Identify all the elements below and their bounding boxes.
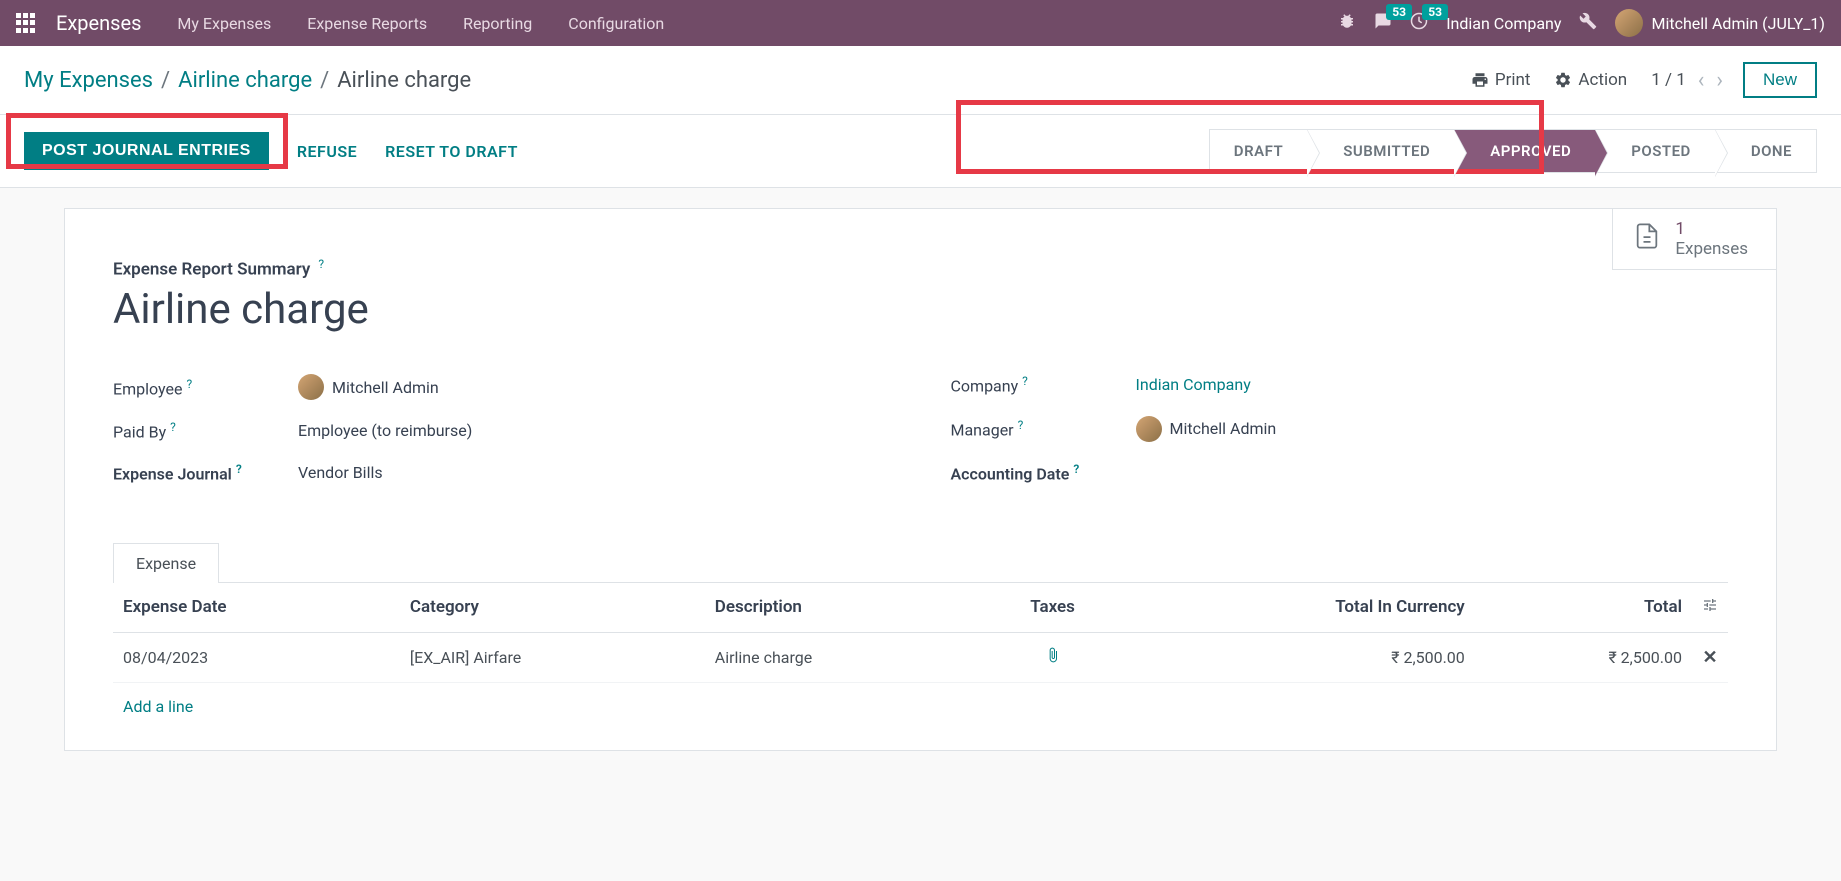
activities-badge: 53 — [1422, 4, 1448, 20]
stage-submitted[interactable]: SUBMITTED — [1307, 129, 1454, 173]
user-menu[interactable]: Mitchell Admin (JULY_1) — [1615, 9, 1825, 37]
user-name: Mitchell Admin (JULY_1) — [1651, 14, 1825, 33]
form-sheet: 1 Expenses Expense Report Summary ? Airl… — [64, 208, 1777, 751]
page-title[interactable]: Airline charge — [113, 285, 1728, 334]
apps-icon[interactable] — [16, 13, 36, 33]
employee-label: Employee — [113, 379, 182, 398]
print-icon — [1471, 71, 1489, 89]
cell-category: [EX_AIR] Airfare — [400, 632, 705, 682]
crumb-report[interactable]: Airline charge — [178, 68, 312, 93]
nav-expense-reports[interactable]: Expense Reports — [307, 14, 427, 33]
stage-posted[interactable]: POSTED — [1595, 129, 1715, 173]
messages-icon[interactable]: 53 — [1374, 12, 1392, 35]
attachment-icon[interactable] — [1045, 648, 1061, 667]
paidby-value[interactable]: Employee (to reimburse) — [298, 421, 472, 440]
acctdate-label: Accounting Date — [951, 464, 1070, 483]
help-employee-icon[interactable]: ? — [186, 377, 192, 391]
help-summary-icon[interactable]: ? — [318, 257, 324, 271]
company-value[interactable]: Indian Company — [1136, 375, 1251, 394]
pager-prev-icon[interactable]: ‹ — [1698, 68, 1705, 93]
document-icon — [1633, 222, 1661, 257]
company-label: Company — [951, 377, 1019, 396]
cell-date: 08/04/2023 — [113, 632, 400, 682]
print-button[interactable]: Print — [1471, 70, 1531, 90]
company-switcher[interactable]: Indian Company — [1446, 14, 1561, 33]
gear-icon — [1554, 71, 1572, 89]
stat-count: 1 — [1675, 219, 1748, 239]
help-journal-icon[interactable]: ? — [236, 462, 242, 476]
bug-icon[interactable] — [1338, 12, 1356, 35]
breadcrumb-bar: My Expenses / Airline charge / Airline c… — [0, 46, 1841, 115]
column-settings-icon[interactable] — [1702, 598, 1718, 617]
manager-value[interactable]: Mitchell Admin — [1136, 416, 1277, 442]
journal-value[interactable]: Vendor Bills — [298, 463, 383, 482]
stat-label: Expenses — [1675, 239, 1748, 259]
action-bar: POST JOURNAL ENTRIES REFUSE RESET TO DRA… — [0, 115, 1841, 188]
crumb-my-expenses[interactable]: My Expenses — [24, 68, 153, 93]
refuse-button[interactable]: REFUSE — [297, 142, 357, 161]
nav-reporting[interactable]: Reporting — [463, 14, 532, 33]
reset-to-draft-button[interactable]: RESET TO DRAFT — [385, 142, 518, 161]
add-line-button[interactable]: Add a line — [113, 682, 1728, 730]
summary-label: Expense Report Summary — [113, 259, 310, 279]
help-paidby-icon[interactable]: ? — [170, 420, 176, 434]
activities-icon[interactable]: 53 — [1410, 12, 1428, 35]
employee-avatar-icon — [298, 374, 324, 400]
manager-label: Manager — [951, 420, 1014, 439]
nav-configuration[interactable]: Configuration — [568, 14, 664, 33]
nav-my-expenses[interactable]: My Expenses — [177, 14, 271, 33]
post-journal-entries-button[interactable]: POST JOURNAL ENTRIES — [24, 132, 269, 170]
tab-expense[interactable]: Expense — [113, 543, 219, 583]
cell-total: ₹ 2,500.00 — [1475, 632, 1692, 682]
app-brand[interactable]: Expenses — [56, 11, 141, 35]
stat-expenses-button[interactable]: 1 Expenses — [1612, 209, 1776, 270]
help-company-icon[interactable]: ? — [1022, 374, 1028, 388]
employee-value[interactable]: Mitchell Admin — [298, 374, 439, 400]
new-button[interactable]: New — [1743, 62, 1817, 98]
th-total[interactable]: Total — [1475, 583, 1692, 633]
pager-text: 1 / 1 — [1651, 70, 1686, 90]
action-button[interactable]: Action — [1554, 70, 1627, 90]
stage-draft[interactable]: DRAFT — [1209, 129, 1307, 173]
journal-label: Expense Journal — [113, 464, 232, 483]
stage-done[interactable]: DONE — [1715, 129, 1817, 173]
stage-approved[interactable]: APPROVED — [1454, 129, 1595, 173]
th-date[interactable]: Expense Date — [113, 583, 400, 633]
remove-row-icon[interactable]: ✕ — [1702, 647, 1717, 668]
tools-icon[interactable] — [1579, 12, 1597, 35]
th-description[interactable]: Description — [705, 583, 978, 633]
th-taxes[interactable]: Taxes — [977, 583, 1127, 633]
cell-total-currency: ₹ 2,500.00 — [1128, 632, 1475, 682]
th-category[interactable]: Category — [400, 583, 705, 633]
user-avatar-icon — [1615, 9, 1643, 37]
expense-lines-table: Expense Date Category Description Taxes … — [113, 583, 1728, 730]
help-acctdate-icon[interactable]: ? — [1073, 462, 1079, 476]
manager-avatar-icon — [1136, 416, 1162, 442]
pager-next-icon[interactable]: › — [1716, 68, 1723, 93]
th-total-currency[interactable]: Total In Currency — [1128, 583, 1475, 633]
messages-badge: 53 — [1386, 4, 1412, 20]
crumb-current: Airline charge — [337, 68, 471, 93]
paidby-label: Paid By — [113, 423, 166, 442]
cell-description: Airline charge — [705, 632, 978, 682]
top-navbar: Expenses My Expenses Expense Reports Rep… — [0, 0, 1841, 46]
status-pipeline: DRAFT SUBMITTED APPROVED POSTED DONE — [1209, 129, 1817, 173]
help-manager-icon[interactable]: ? — [1018, 418, 1024, 432]
table-row[interactable]: 08/04/2023 [EX_AIR] Airfare Airline char… — [113, 632, 1728, 682]
